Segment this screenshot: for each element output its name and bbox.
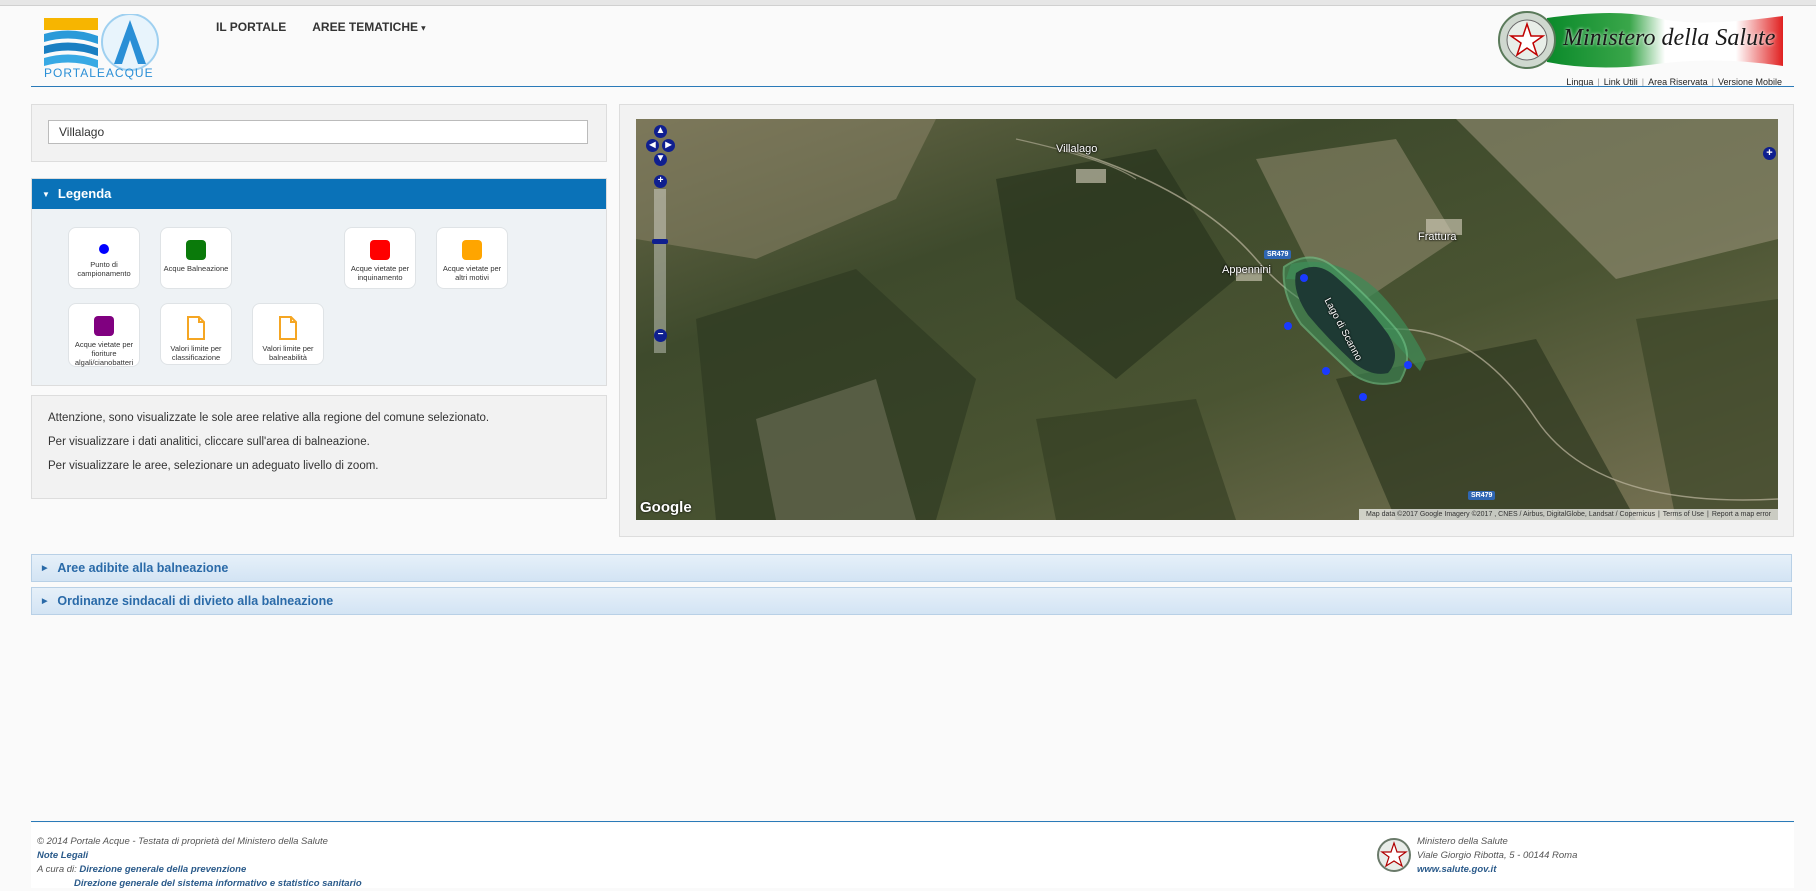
pan-up-icon[interactable]: ▲ xyxy=(654,125,667,138)
road-badge-sr479: SR479 xyxy=(1468,491,1496,500)
terms-of-use-link[interactable]: Terms of Use xyxy=(1663,511,1704,518)
zoom-in-icon[interactable]: + xyxy=(654,175,667,188)
legend-item-vietate-fioriture: Acque vietate per fioriture algali/ciano… xyxy=(68,303,140,367)
zoom-out-icon[interactable]: − xyxy=(654,329,667,342)
legend-item-label: Acque vietate per altri motivi xyxy=(442,264,502,282)
road-badge-sr479: SR479 xyxy=(1264,250,1292,259)
red-square-icon xyxy=(370,240,390,260)
legend-item-vietate-inquinamento: Acque vietate per inquinamento xyxy=(344,227,416,289)
accordion-label: Ordinanze sindacali di divieto alla baln… xyxy=(57,594,334,608)
document-icon xyxy=(187,316,205,340)
legend-item-punto-campionamento: Punto di campionamento xyxy=(68,227,140,289)
google-logo: Google xyxy=(640,499,692,516)
layer-switcher-icon[interactable]: + xyxy=(1763,147,1776,160)
footer-divider xyxy=(31,821,1794,822)
info-line-3: Per visualizzare le aree, selezionare un… xyxy=(48,460,379,472)
map-attribution: Map data ©2017 Google Imagery ©2017 , CN… xyxy=(1359,509,1778,520)
comune-search-input[interactable] xyxy=(48,120,588,144)
search-panel xyxy=(31,104,607,162)
legend-item-label: Acque Balneazione xyxy=(163,264,229,273)
main-nav: IL PORTALE AREE TEMATICHE ▾ xyxy=(216,20,425,34)
triangle-right-icon: ▶ xyxy=(42,565,48,573)
purple-square-icon xyxy=(94,316,114,336)
legend-item-valori-balneabilita[interactable]: Valori limite per balneabilità xyxy=(252,303,324,365)
footer-right: Ministero della Salute Viale Giorgio Rib… xyxy=(1417,835,1577,877)
legend-item-valori-classificazione[interactable]: Valori limite per classificazione xyxy=(160,303,232,365)
legend-item-acque-balneazione: Acque Balneazione xyxy=(160,227,232,289)
accordion-ordinanze-divieto[interactable]: ▶ Ordinanze sindacali di divieto alla bal… xyxy=(31,587,1792,615)
pan-right-icon[interactable]: ▶ xyxy=(662,139,675,152)
info-panel: Attenzione, sono visualizzate le sole ar… xyxy=(31,395,607,499)
report-map-error-link[interactable]: Report a map error xyxy=(1712,511,1771,518)
map-imagery xyxy=(636,119,1778,520)
accordion-label: Aree adibite alla balneazione xyxy=(57,561,229,575)
satellite-map[interactable]: Villalago Frattura Appennini Lago di Sca… xyxy=(636,119,1778,520)
pan-left-icon[interactable]: ◀ xyxy=(646,139,659,152)
map-data-credit: Map data ©2017 Google Imagery ©2017 , CN… xyxy=(1366,511,1655,518)
chevron-down-icon: ▾ xyxy=(421,23,426,33)
nav-il-portale[interactable]: IL PORTALE xyxy=(216,20,286,34)
header-divider xyxy=(31,86,1794,87)
legend-item-label: Punto di campionamento xyxy=(77,260,131,278)
dept-prevenzione: Direzione generale della prevenzione xyxy=(79,864,247,875)
footer-site-link[interactable]: www.salute.gov.it xyxy=(1417,864,1496,875)
map-label-villalago: Villalago xyxy=(1056,143,1098,155)
footer: © 2014 Portale Acque - Testata di propri… xyxy=(31,823,1794,891)
map-zoom-control: ▲ ◀ ▶ ▼ + − xyxy=(646,125,675,365)
pan-down-icon[interactable]: ▼ xyxy=(654,153,667,166)
footer-address: Viale Giorgio Ribotta, 5 - 00144 Roma xyxy=(1417,850,1578,861)
footer-ministry-name: Ministero della Salute xyxy=(1417,836,1508,847)
zoom-slider-handle[interactable] xyxy=(652,239,668,244)
legend-item-label: Valori limite per balneabilità xyxy=(262,344,314,362)
info-line-1: Attenzione, sono visualizzate le sole ar… xyxy=(48,412,490,424)
map-label-frattura: Frattura xyxy=(1418,231,1457,243)
legend-header[interactable]: ▼ Legenda xyxy=(32,179,606,209)
triangle-right-icon: ▶ xyxy=(42,598,48,606)
orange-square-icon xyxy=(462,240,482,260)
a-cura-di-label: A cura di: xyxy=(37,864,77,875)
document-icon xyxy=(279,316,297,340)
ministero-salute-logo[interactable]: Ministero della Salute xyxy=(1497,8,1783,72)
dept-sistema-informativo: Direzione generale del sistema informati… xyxy=(74,878,362,889)
footer-copyright: © 2014 Portale Acque - Testata di propri… xyxy=(37,836,328,847)
map-label-appennini: Appennini xyxy=(1222,264,1271,276)
info-line-2: Per visualizzare i dati analitici, clicc… xyxy=(48,436,370,448)
legend-item-label: Acque vietate per fioriture algali/ciano… xyxy=(74,340,134,367)
top-border xyxy=(0,0,1816,6)
legend-title: Legenda xyxy=(57,186,112,201)
footer-left: © 2014 Portale Acque - Testata di propri… xyxy=(37,835,362,891)
legend-item-vietate-altri-motivi: Acque vietate per altri motivi xyxy=(436,227,508,289)
nav-aree-tematiche[interactable]: AREE TEMATICHE ▾ xyxy=(312,20,425,34)
green-square-icon xyxy=(186,240,206,260)
note-legali-link[interactable]: Note Legali xyxy=(37,850,88,861)
legend-item-label: Valori limite per classificazione xyxy=(170,344,222,362)
legend-item-label: Acque vietate per inquinamento xyxy=(350,264,410,282)
triangle-down-icon: ▼ xyxy=(42,189,50,199)
blue-dot-icon xyxy=(99,244,109,254)
portaleacque-logo[interactable]: PORTALEACQUE xyxy=(44,13,178,80)
nav-aree-tematiche-label: AREE TEMATICHE xyxy=(312,20,419,34)
logo-text: PORTALEACQUE xyxy=(44,66,154,80)
repubblica-emblem-icon xyxy=(1377,838,1411,872)
ministero-logo-text: Ministero della Salute xyxy=(1563,25,1776,51)
legend-panel: ▼ Legenda Punto di campionamento Acque Ba… xyxy=(31,178,607,386)
accordion-aree-balneazione[interactable]: ▶ Aree adibite alla balneazione xyxy=(31,554,1792,582)
